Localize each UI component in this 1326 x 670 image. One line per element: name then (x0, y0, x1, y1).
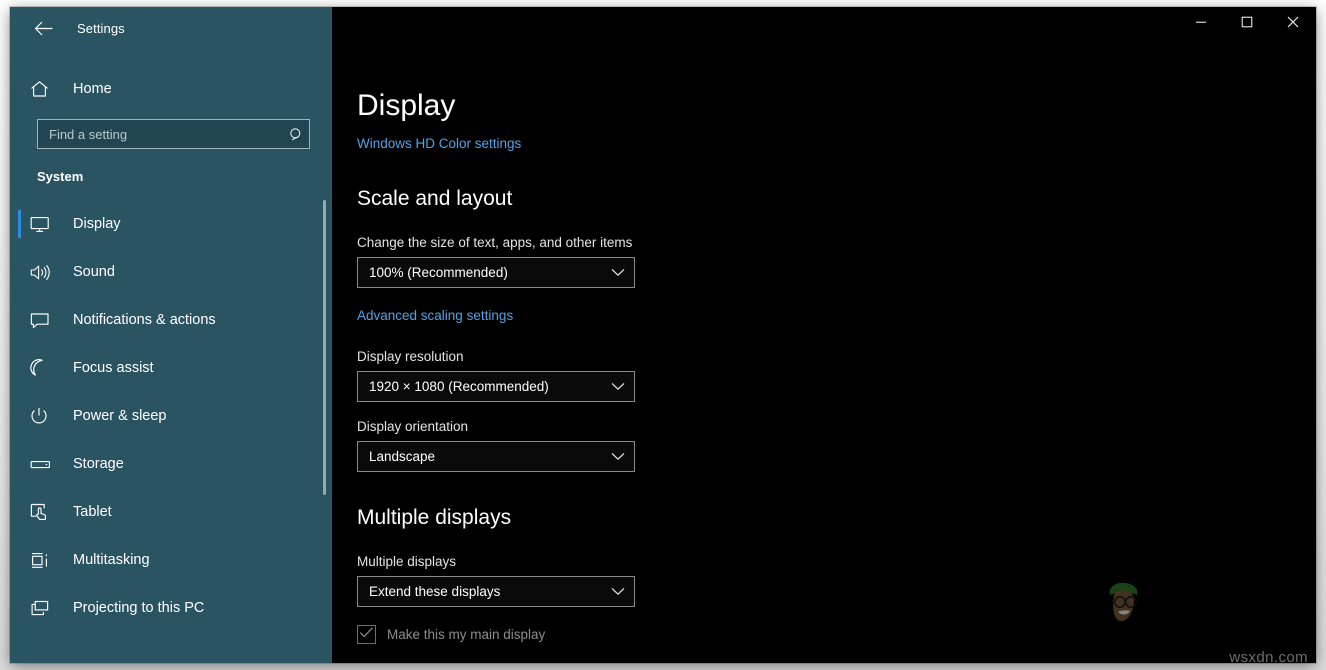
maximize-button[interactable] (1224, 7, 1270, 41)
checkmark-icon (359, 626, 374, 644)
sidebar-item-tablet-label: Tablet (73, 504, 112, 520)
tablet-icon (30, 503, 56, 521)
close-button[interactable] (1270, 7, 1316, 41)
sidebar-item-storage[interactable]: Storage (10, 440, 332, 488)
sidebar-item-home-label: Home (73, 81, 112, 97)
orientation-dropdown-value: Landscape (369, 449, 436, 464)
speaker-icon (30, 264, 56, 281)
resolution-field-label: Display resolution (357, 349, 464, 364)
sidebar-scrollbar[interactable] (323, 200, 326, 495)
sidebar-item-projecting-label: Projecting to this PC (73, 600, 205, 616)
multiple-displays-dropdown[interactable]: Extend these displays (357, 576, 635, 607)
sidebar-titlebar: Settings (10, 7, 332, 49)
search-icon[interactable] (283, 127, 309, 142)
windows-hd-color-settings-link[interactable]: Windows HD Color settings (357, 136, 521, 151)
minimize-icon (1195, 15, 1207, 33)
advanced-scaling-settings-link[interactable]: Advanced scaling settings (357, 308, 513, 323)
scale-dropdown[interactable]: 100% (Recommended) (357, 257, 635, 288)
page-root: Settings Home System (0, 0, 1326, 670)
power-icon (30, 407, 56, 425)
minimize-button[interactable] (1178, 7, 1224, 41)
sidebar-item-home[interactable]: Home (10, 69, 332, 109)
sidebar-item-projecting[interactable]: Projecting to this PC (10, 584, 332, 632)
back-arrow-icon (34, 21, 53, 36)
main-pane: Display support HDR. Windows HD Color se… (332, 7, 1316, 663)
sidebar-item-notifications[interactable]: Notifications & actions (10, 296, 332, 344)
resolution-dropdown[interactable]: 1920 × 1080 (Recommended) (357, 371, 635, 402)
sidebar-item-sound[interactable]: Sound (10, 248, 332, 296)
window-controls (1178, 7, 1316, 41)
multiple-displays-heading: Multiple displays (357, 506, 512, 529)
maximize-icon (1241, 15, 1253, 33)
main-display-checkbox-row[interactable]: Make this my main display (357, 625, 1316, 644)
notification-icon (30, 312, 56, 329)
sidebar: Settings Home System (10, 7, 332, 663)
search-box[interactable] (37, 119, 310, 149)
multiple-displays-dropdown-value: Extend these displays (369, 584, 501, 599)
orientation-dropdown[interactable]: Landscape (357, 441, 635, 472)
page-title: Display (357, 85, 1016, 128)
multitasking-icon (30, 552, 56, 569)
sidebar-group-title: System (37, 169, 84, 184)
resolution-dropdown-value: 1920 × 1080 (Recommended) (369, 379, 549, 394)
sidebar-item-focus-assist-label: Focus assist (73, 360, 154, 376)
sidebar-item-notifications-label: Notifications & actions (73, 312, 216, 328)
back-button[interactable] (23, 13, 63, 43)
sidebar-item-focus-assist[interactable]: Focus assist (10, 344, 332, 392)
search-input[interactable] (38, 126, 283, 142)
moon-icon (30, 359, 56, 377)
settings-content: Display support HDR. Windows HD Color se… (332, 7, 1316, 663)
main-display-checkbox-label: Make this my main display (387, 627, 546, 642)
home-icon (30, 80, 56, 98)
storage-icon (30, 458, 56, 471)
sidebar-item-sound-label: Sound (73, 264, 115, 280)
sidebar-item-tablet[interactable]: Tablet (10, 488, 332, 536)
window-title: Settings (77, 20, 125, 36)
sidebar-nav-list: Display Sound Notifications & actions Fo… (10, 200, 332, 632)
sidebar-item-power-sleep[interactable]: Power & sleep (10, 392, 332, 440)
sidebar-item-power-sleep-label: Power & sleep (73, 408, 167, 424)
projecting-icon (30, 600, 56, 617)
scale-field-label: Change the size of text, apps, and other… (357, 235, 633, 250)
chevron-down-icon (602, 268, 634, 277)
sidebar-item-multitasking[interactable]: Multitasking (10, 536, 332, 584)
scale-and-layout-heading: Scale and layout (357, 187, 513, 210)
chevron-down-icon (602, 382, 634, 391)
orientation-field-label: Display orientation (357, 419, 469, 434)
close-icon (1287, 15, 1299, 33)
monitor-icon (30, 216, 56, 233)
scale-dropdown-value: 100% (Recommended) (369, 265, 508, 280)
main-display-checkbox[interactable] (357, 625, 376, 644)
chevron-down-icon (602, 587, 634, 596)
sidebar-item-display-label: Display (73, 216, 121, 232)
multiple-displays-field-label: Multiple displays (357, 554, 457, 569)
settings-window: Settings Home System (10, 7, 1316, 663)
sidebar-item-storage-label: Storage (73, 456, 124, 472)
content-scroll-area: support HDR. Windows HD Color settings S… (357, 109, 1316, 644)
chevron-down-icon (602, 452, 634, 461)
sidebar-item-display[interactable]: Display (10, 200, 332, 248)
sidebar-item-multitasking-label: Multitasking (73, 552, 150, 568)
